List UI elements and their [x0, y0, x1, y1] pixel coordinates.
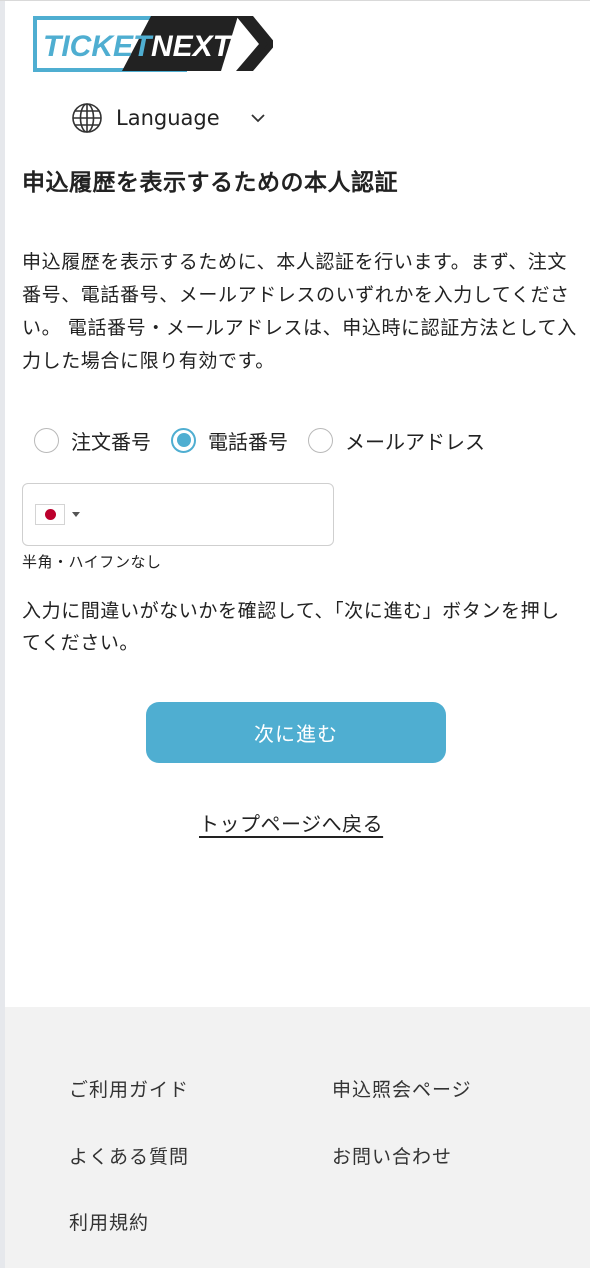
phone-input[interactable] — [103, 494, 327, 536]
auth-method-group: 注文番号 電話番号 メールアドレス — [34, 423, 485, 457]
radio-label-phone-number: 電話番号 — [208, 429, 288, 454]
chevron-down-icon — [251, 114, 265, 123]
country-select[interactable] — [35, 504, 80, 525]
page-description: 申込履歴を表示するために、本人認証を行います。まず、注文番号、電話番号、メールア… — [22, 251, 577, 372]
top-border — [0, 0, 590, 1]
confirm-instruction: 入力に間違いがないかを確認して、「次に進む」ボタンを押してください。 — [22, 600, 560, 654]
page-title: 申込履歴を表示するための本人認証 — [22, 170, 398, 196]
footer: ご利用ガイド 申込照会ページ よくある質問 お問い合わせ 利用規約 — [5, 1007, 590, 1268]
footer-link-contact[interactable]: お問い合わせ — [332, 1142, 452, 1169]
radio-email[interactable]: メールアドレス — [308, 426, 485, 455]
radio-circle-phone-number[interactable] — [171, 427, 196, 453]
footer-link-inquiry-page[interactable]: 申込照会ページ — [332, 1075, 472, 1102]
globe-icon — [72, 103, 102, 133]
phone-field[interactable] — [22, 483, 334, 546]
logo-next-text: NEXT — [151, 30, 234, 63]
radio-label-email: メールアドレス — [345, 429, 485, 454]
next-button[interactable]: 次に進む — [146, 702, 446, 763]
radio-circle-order-number[interactable] — [34, 427, 59, 453]
radio-label-order-number: 注文番号 — [71, 429, 151, 454]
footer-link-terms[interactable]: 利用規約 — [69, 1208, 149, 1235]
phone-hint: 半角・ハイフンなし — [22, 553, 162, 571]
back-to-top-link[interactable]: トップページへ戻る — [199, 808, 383, 837]
language-label: Language — [116, 106, 220, 130]
radio-order-number[interactable]: 注文番号 — [34, 426, 151, 455]
caret-down-icon — [72, 512, 80, 517]
ticket-next-logo[interactable]: TICKET NEXT — [33, 16, 273, 74]
radio-circle-email[interactable] — [308, 427, 333, 453]
japan-flag-icon — [35, 504, 65, 525]
footer-link-guide[interactable]: ご利用ガイド — [69, 1075, 189, 1102]
radio-phone-number[interactable]: 電話番号 — [171, 426, 288, 455]
logo-ticket-text: TICKET — [43, 30, 154, 63]
footer-link-faq[interactable]: よくある質問 — [69, 1142, 189, 1169]
language-selector[interactable]: Language — [71, 100, 266, 136]
